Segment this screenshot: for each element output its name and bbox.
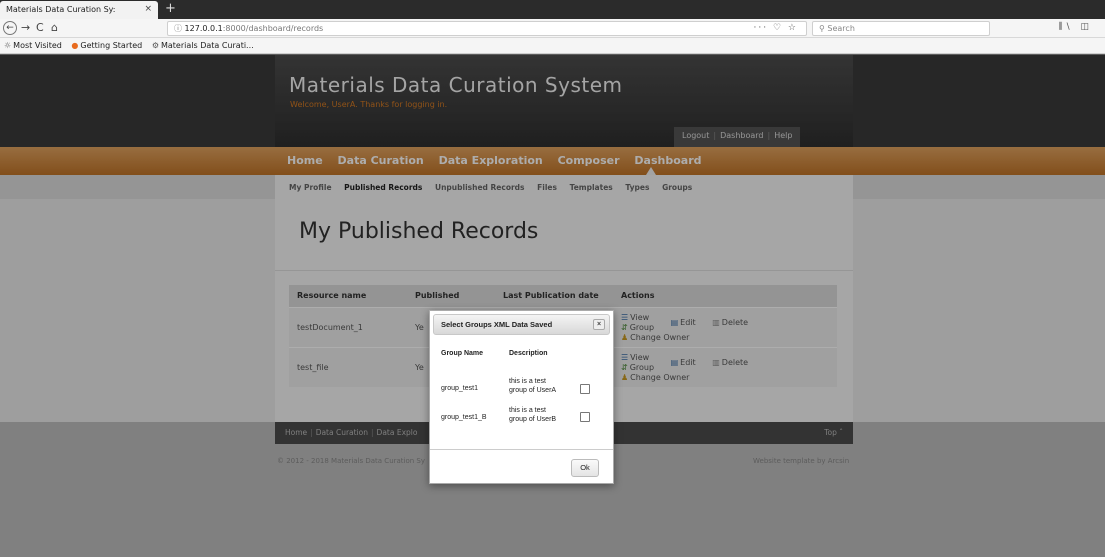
group-checkbox[interactable]: [580, 412, 590, 422]
group-description: this is a test group of UserB: [509, 407, 557, 423]
dialog-titlebar[interactable]: Select Groups XML Data Saved ×: [433, 314, 610, 335]
library-icon[interactable]: ⫼\ ◫: [1058, 22, 1093, 32]
browser-tab-bar: Materials Data Curation Sy: × +: [0, 0, 1105, 19]
page-actions-icon[interactable]: ··· ♡ ☆: [754, 22, 798, 35]
bookmark-getting-started[interactable]: ● Getting Started: [71, 41, 142, 50]
dialog-divider: [430, 449, 613, 450]
firefox-icon: ●: [71, 41, 79, 50]
globe-icon: ⚙: [151, 41, 159, 50]
group-description: this is a test group of UserA: [509, 378, 557, 394]
bookmark-materials[interactable]: ⚙ Materials Data Curati...: [152, 41, 254, 50]
col-group-name: Group Name: [441, 350, 484, 357]
group-name: group_test1_B: [441, 414, 487, 421]
forward-arrow-icon[interactable]: →: [21, 21, 30, 35]
dialog-title: Select Groups XML Data Saved: [441, 320, 553, 329]
url-path: :8000/dashboard/records: [222, 24, 324, 33]
url-host: 127.0.0.1: [184, 24, 223, 33]
browser-navbar: ← → C ⌂ ⓘ 127.0.0.1:8000/dashboard/recor…: [0, 19, 1105, 38]
col-description: Description: [509, 350, 548, 357]
new-tab-button[interactable]: +: [165, 1, 176, 17]
info-icon[interactable]: ⓘ: [174, 24, 185, 33]
home-icon[interactable]: ⌂: [51, 21, 58, 35]
bookmarks-bar: ☼ Most Visited ● Getting Started ⚙ Material…: [0, 38, 1105, 54]
reload-icon[interactable]: C: [36, 21, 44, 35]
search-input[interactable]: ⚲ Search: [812, 21, 990, 36]
ok-button[interactable]: Ok: [571, 459, 599, 477]
url-bar[interactable]: ⓘ 127.0.0.1:8000/dashboard/records ··· ♡…: [167, 21, 807, 36]
close-icon[interactable]: ×: [593, 319, 605, 330]
group-name: group_test1: [441, 385, 478, 392]
back-arrow-icon[interactable]: ←: [3, 21, 17, 35]
group-checkbox[interactable]: [580, 384, 590, 394]
select-groups-dialog: Select Groups XML Data Saved × Group Nam…: [429, 310, 614, 484]
gear-icon: ☼: [4, 41, 12, 50]
browser-tab[interactable]: Materials Data Curation Sy: ×: [0, 1, 158, 19]
tab-title: Materials Data Curation Sy:: [6, 5, 116, 14]
bookmark-most-visited[interactable]: ☼ Most Visited: [4, 41, 62, 50]
tab-close-icon[interactable]: ×: [144, 4, 152, 14]
